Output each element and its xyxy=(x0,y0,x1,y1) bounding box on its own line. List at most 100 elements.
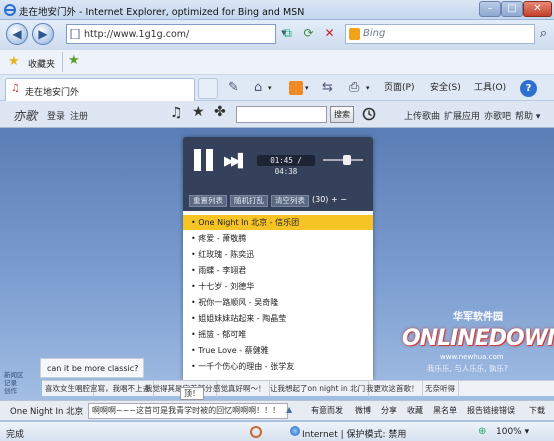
favorites-star-icon[interactable]: ★ xyxy=(8,54,20,69)
web-slice-icon[interactable]: ✎ xyxy=(228,78,239,98)
home-dropdown-icon[interactable]: ▾ xyxy=(268,78,272,98)
tooltip: 顶！ xyxy=(180,387,204,400)
page-menu[interactable]: 页面(P) xyxy=(384,78,414,98)
send-icon[interactable]: ▲ xyxy=(286,405,292,414)
playlist-item[interactable]: • One Night In 北京 - 信乐团 xyxy=(183,215,373,230)
refresh-icon[interactable]: ⟳ xyxy=(300,25,317,43)
music-note-icon[interactable]: ♫ xyxy=(170,105,183,121)
pause-button[interactable] xyxy=(194,149,214,171)
side-note[interactable]: 记录 xyxy=(4,379,24,387)
bing-search-box[interactable]: Bing xyxy=(345,24,535,44)
next-track-icon[interactable]: ▶▶▌ xyxy=(224,154,248,169)
forward-button[interactable]: ▶ xyxy=(32,23,54,45)
suggestion-chip[interactable]: 无奈听得 xyxy=(422,381,459,397)
site-slogan: 我乐乐, 与人乐乐, 孰乐? xyxy=(427,364,509,373)
zoom-value: 100% xyxy=(496,427,522,437)
volume-slider[interactable] xyxy=(323,155,363,165)
action-comment[interactable]: 有意而发 xyxy=(311,405,343,416)
new-tab-button[interactable] xyxy=(198,78,218,99)
song-title: 疼爱 - 萧敬腾 xyxy=(198,234,247,243)
count-text: (30) xyxy=(312,195,329,204)
search-icon[interactable]: ⌕ xyxy=(535,25,552,43)
watermark-logo: ONLINEDOWN xyxy=(402,326,554,351)
print-dropdown-icon[interactable]: ▾ xyxy=(366,78,370,98)
blocked-icon[interactable] xyxy=(250,426,262,438)
register-link[interactable]: 注册 xyxy=(70,109,88,122)
site-search-input[interactable] xyxy=(236,106,327,123)
stop-icon[interactable]: ✕ xyxy=(321,25,338,43)
suggestion-chip[interactable]: 感觉真好啊～！ xyxy=(210,381,270,397)
suggestion-chip[interactable]: 让我想起了on night in 北门 xyxy=(267,381,370,397)
globe-icon xyxy=(290,426,300,436)
maximize-button[interactable]: □ xyxy=(501,1,523,17)
close-button[interactable]: ✕ xyxy=(523,1,552,17)
forum-link[interactable]: 亦歌吧 xyxy=(484,109,511,122)
song-title: 姐姐妹妹站起来 - 陶晶莹 xyxy=(198,314,287,323)
action-weibo[interactable]: 微博 xyxy=(355,405,371,416)
playlist-item[interactable]: • 红玫瑰 - 陈奕迅 xyxy=(183,247,373,262)
star-icon[interactable]: ★ xyxy=(192,104,205,120)
action-report[interactable]: 报告链接错误 xyxy=(467,405,515,416)
upload-link[interactable]: 上传歌曲 xyxy=(404,109,440,122)
page-icon xyxy=(70,29,80,39)
shuffle-list-button[interactable]: 随机打乱 xyxy=(230,195,268,207)
minimize-button[interactable]: – xyxy=(479,1,501,17)
action-share[interactable]: 分享 xyxy=(381,405,397,416)
music-note-icon: ♫ xyxy=(11,83,20,94)
home-icon[interactable]: ⌂ xyxy=(254,78,262,98)
playlist-item[interactable]: • 摇篮 - 郁可唯 xyxy=(183,327,373,342)
tab-active[interactable]: ♫ 走在地安门外 xyxy=(5,78,195,101)
zoom-level[interactable]: 100% ▾ xyxy=(496,427,529,437)
playlist-item[interactable]: • 雨蝶 - 李翊君 xyxy=(183,263,373,278)
help-button[interactable]: ? xyxy=(520,80,537,97)
divider xyxy=(62,52,63,72)
tools-menu[interactable]: 工具(O) xyxy=(474,78,506,98)
song-title: 摇篮 - 郁可唯 xyxy=(198,330,247,339)
favorites-label[interactable]: 收藏夹 xyxy=(28,57,55,70)
safety-menu[interactable]: 安全(S) xyxy=(430,78,461,98)
side-note[interactable]: 新闻区 xyxy=(4,371,24,379)
reset-list-button[interactable]: 重置列表 xyxy=(189,195,227,207)
address-url: http://www.1g1g.com/ xyxy=(84,29,190,40)
zoom-icon: ⊕ xyxy=(478,426,487,437)
security-zone[interactable]: Internet | 保护模式: 禁用 xyxy=(302,427,406,440)
comment-input[interactable]: 啊啊啊~~~这首可是我青学时被的回忆啊啊啊！！！ xyxy=(88,403,288,419)
comment-suggestions: 喜欢女生唱腔 宫寫，我唱不上去 我觉得其是完美部分 感觉真好啊～！ 让我想起了on ni… xyxy=(42,380,554,397)
side-note[interactable]: 创作 xyxy=(4,387,24,395)
playlist-item[interactable]: • True Love - 蔡健雅 xyxy=(183,343,373,358)
tab-title: 走在地安门外 xyxy=(25,88,80,98)
remove-song-button[interactable]: − xyxy=(340,195,347,204)
add-favorite-icon[interactable]: ★ xyxy=(68,53,80,68)
print-icon[interactable]: ⎙ xyxy=(349,78,359,98)
clock-icon[interactable] xyxy=(362,107,376,121)
add-song-button[interactable]: + xyxy=(331,195,338,204)
rss-feed-icon[interactable] xyxy=(289,81,303,95)
action-blacklist[interactable]: 黑名单 xyxy=(433,405,457,416)
playlist-item[interactable]: • 一千个伤心的理由 - 张学友 xyxy=(183,359,373,374)
clear-list-button[interactable]: 清空列表 xyxy=(271,195,309,207)
suggestion-chip[interactable]: 我更欢这首歌！ xyxy=(363,381,423,397)
watermark-subtitle: 华军软件园 xyxy=(453,312,503,323)
site-logo[interactable]: 亦歌 xyxy=(13,107,37,124)
song-title: 雨蝶 - 李翊君 xyxy=(198,266,247,275)
compat-view-icon[interactable]: ⧉ xyxy=(279,25,296,43)
site-search-button[interactable]: 搜索 xyxy=(330,106,354,123)
clover-icon[interactable]: ✤ xyxy=(214,104,226,120)
read-mail-icon[interactable]: ⇆ xyxy=(322,78,333,98)
address-bar[interactable]: http://www.1g1g.com/ xyxy=(66,24,276,44)
playlist-item[interactable]: • 十七岁 - 刘德华 xyxy=(183,279,373,294)
action-favorite[interactable]: 收藏 xyxy=(407,405,423,416)
playlist-item[interactable]: • 疼爱 - 萧敬腾 xyxy=(183,231,373,246)
login-link[interactable]: 登录 xyxy=(47,109,65,122)
now-playing: One Night In 北京 xyxy=(10,407,84,417)
action-download[interactable]: 下载 xyxy=(529,405,545,416)
help-link[interactable]: 帮助 ▾ xyxy=(515,109,540,122)
extensions-link[interactable]: 扩展应用 xyxy=(444,109,480,122)
back-button[interactable]: ◀ xyxy=(6,23,28,45)
playlist-item[interactable]: • 姐姐妹妹站起来 - 陶晶莹 xyxy=(183,311,373,326)
feed-dropdown-icon[interactable]: ▾ xyxy=(305,78,309,98)
status-bar: 完成 Internet | 保护模式: 禁用 ⊕ 100% ▾ xyxy=(0,421,554,441)
bing-placeholder: Bing xyxy=(363,28,386,39)
playlist-item[interactable]: • 祝你一路顺风 - 吴奇隆 xyxy=(183,295,373,310)
ie-logo-icon xyxy=(4,4,16,16)
